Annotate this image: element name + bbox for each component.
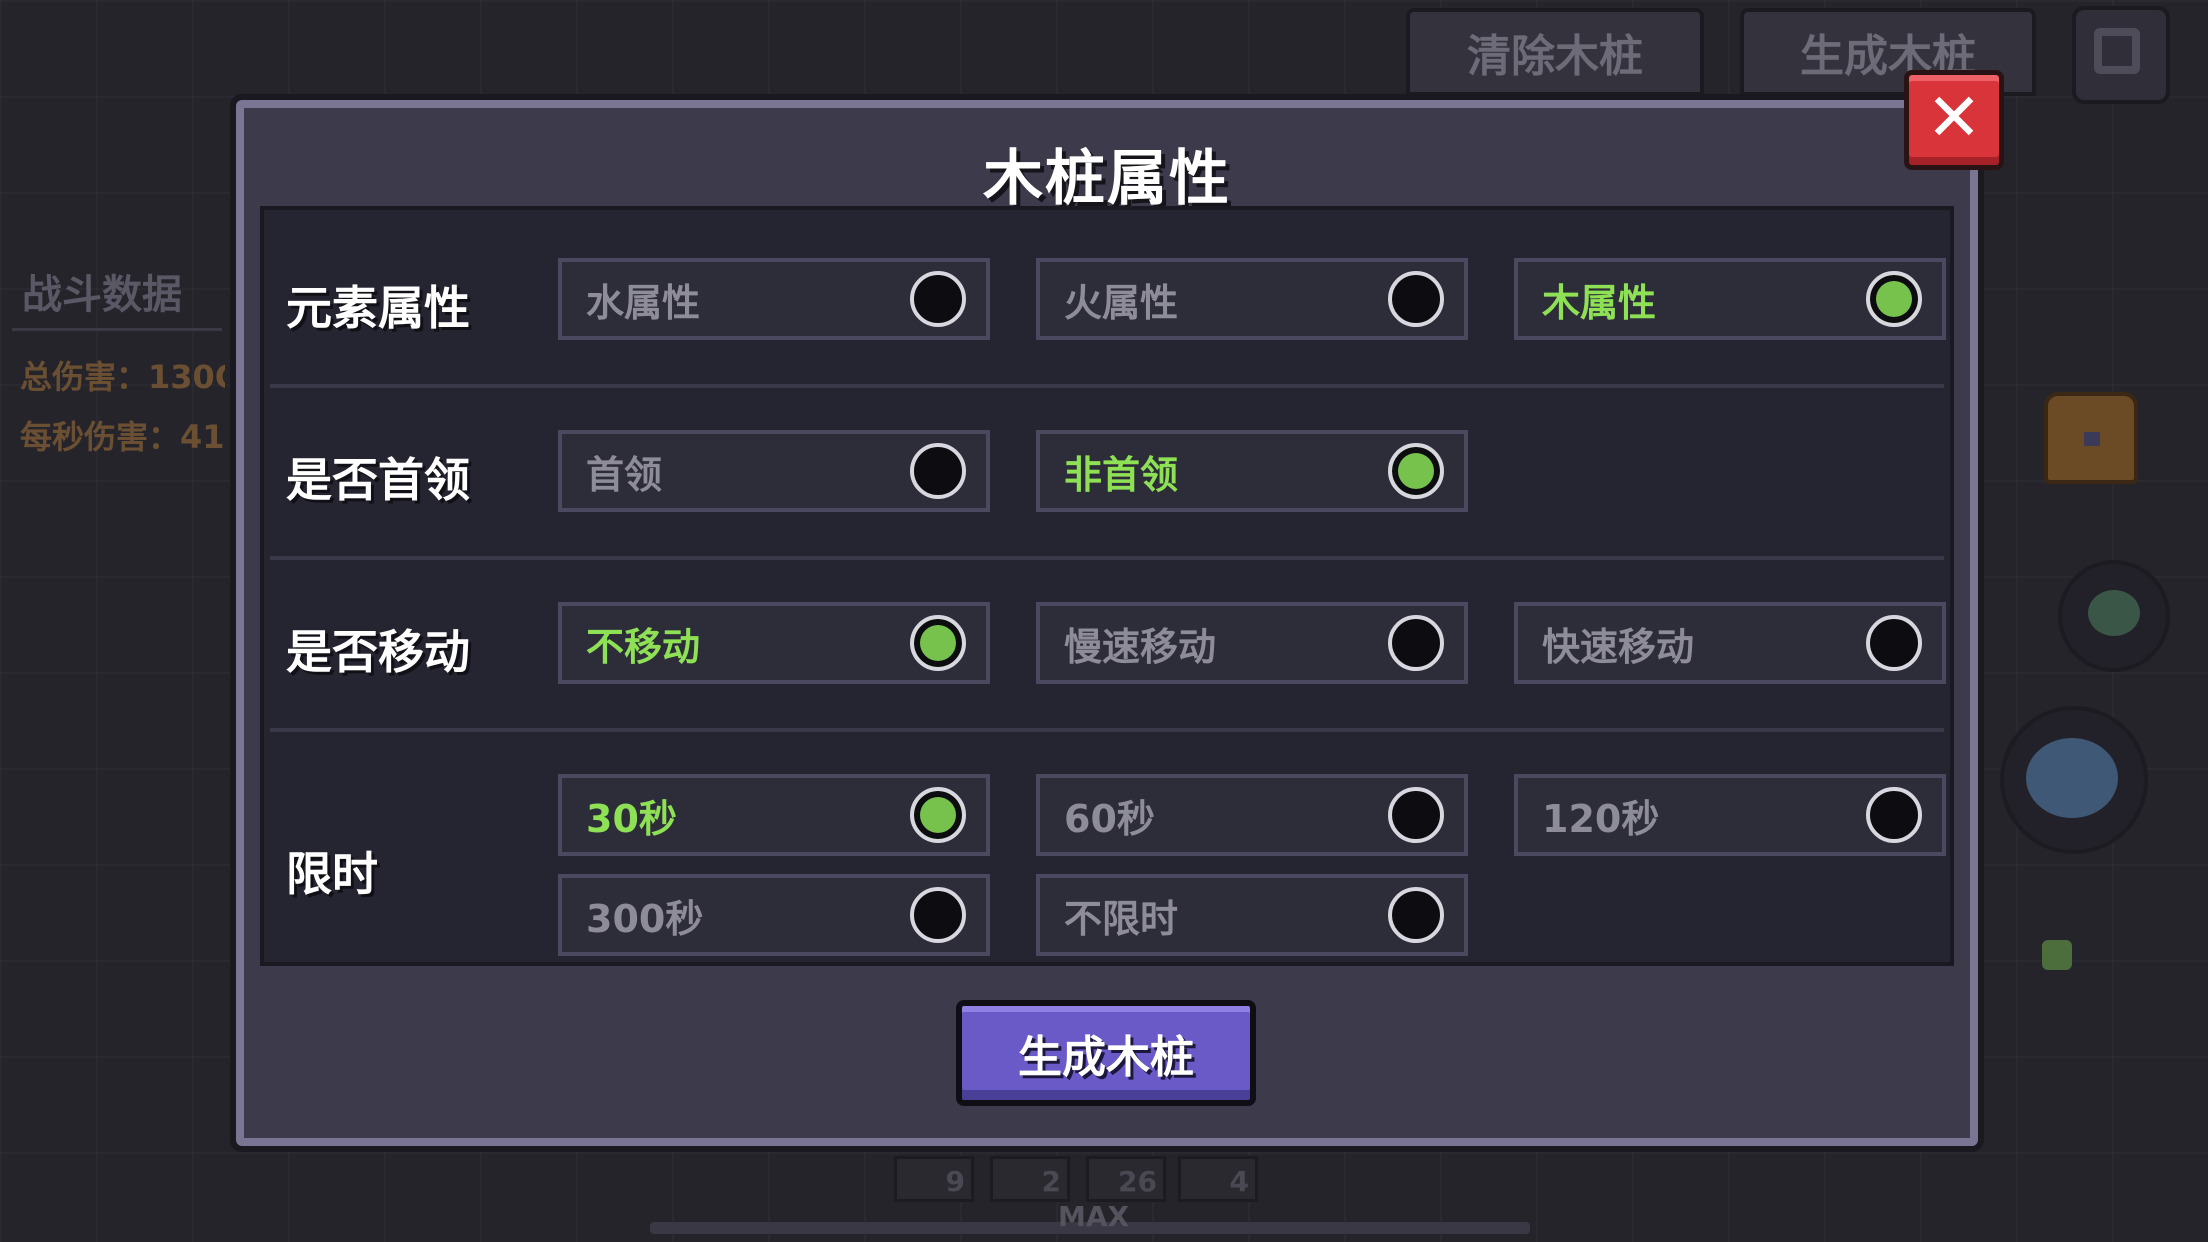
radio-icon (1388, 887, 1444, 943)
settings-gear-icon[interactable] (2072, 6, 2170, 104)
inventory-count-2: 2 (1041, 1165, 1061, 1198)
option-fast-move-label: 快速移动 (1542, 624, 1695, 669)
option-300s[interactable]: 300秒 (558, 874, 990, 956)
clear-stump-button[interactable]: 清除木桩 (1406, 8, 1704, 96)
radio-icon (910, 443, 966, 499)
option-30s[interactable]: 30秒 (558, 774, 990, 856)
skill-button-1[interactable] (2058, 560, 2170, 672)
option-wood[interactable]: 木属性 (1514, 258, 1946, 340)
option-60s[interactable]: 60秒 (1036, 774, 1468, 856)
option-non-boss-label: 非首领 (1064, 452, 1179, 497)
total-damage-text: 总伤害：130C (20, 358, 225, 396)
option-slow-move-label: 慢速移动 (1064, 624, 1217, 669)
movement-row-label: 是否移动 (286, 625, 470, 679)
generate-stump-button[interactable]: 生成木桩 (956, 1000, 1256, 1106)
close-icon: ✕ (1926, 79, 1982, 156)
option-fast-move[interactable]: 快速移动 (1514, 602, 1946, 684)
inventory-count-1: 9 (945, 1165, 965, 1198)
row-divider (270, 384, 1944, 388)
option-120s-label: 120秒 (1542, 796, 1660, 841)
dialog-title: 木桩属性 (983, 144, 1231, 214)
row-divider (270, 556, 1944, 560)
option-300s-label: 300秒 (586, 896, 704, 941)
radio-selected-icon (1866, 271, 1922, 327)
option-no-limit-label: 不限时 (1064, 896, 1179, 941)
radio-icon (1866, 615, 1922, 671)
option-no-move[interactable]: 不移动 (558, 602, 990, 684)
option-non-boss[interactable]: 非首领 (1036, 430, 1468, 512)
inventory-slot-1[interactable]: 9 (894, 1156, 974, 1202)
radio-icon (910, 271, 966, 327)
radio-selected-icon (1388, 443, 1444, 499)
option-no-limit[interactable]: 不限时 (1036, 874, 1468, 956)
option-boss-label: 首领 (586, 452, 663, 497)
option-fire[interactable]: 火属性 (1036, 258, 1468, 340)
leaf-icon (2088, 590, 2140, 636)
close-button[interactable]: ✕ (1904, 70, 2004, 170)
option-water-label: 水属性 (586, 280, 701, 325)
skill-button-2[interactable] (2000, 706, 2148, 854)
radio-selected-icon (910, 787, 966, 843)
option-fire-label: 火属性 (1064, 280, 1179, 325)
option-boss[interactable]: 首领 (558, 430, 990, 512)
treasure-chest-icon[interactable] (2044, 392, 2138, 484)
weapon-slot[interactable] (1990, 920, 2110, 1100)
inventory-slot-2[interactable]: 2 (990, 1156, 1070, 1202)
options-panel: 元素属性 水属性 火属性 木属性 是否首领 首领 非首领 是否移动 不移动 慢速… (260, 206, 1954, 966)
time-limit-row-label: 限时 (286, 847, 378, 901)
inventory-count-4: 4 (1229, 1165, 1249, 1198)
inventory-count-3: 26 (1118, 1165, 1157, 1198)
level-max-label: MAX (1058, 1200, 1130, 1233)
battle-data-title: 战斗数据 (22, 272, 182, 318)
option-wood-label: 木属性 (1542, 280, 1657, 325)
radio-icon (1388, 787, 1444, 843)
dps-text: 每秒伤害：41 (20, 418, 225, 456)
option-water[interactable]: 水属性 (558, 258, 990, 340)
weapon-gem-icon (2042, 940, 2072, 970)
radio-selected-icon (910, 615, 966, 671)
option-slow-move[interactable]: 慢速移动 (1036, 602, 1468, 684)
option-120s[interactable]: 120秒 (1514, 774, 1946, 856)
boss-row-label: 是否首领 (286, 453, 470, 507)
element-row-label: 元素属性 (286, 281, 470, 335)
battle-data-divider (12, 328, 222, 331)
tree-icon (2026, 738, 2118, 818)
row-divider (270, 728, 1944, 732)
clear-stump-label: 清除木桩 (1467, 31, 1643, 82)
option-no-move-label: 不移动 (586, 624, 701, 669)
generate-stump-label: 生成木桩 (1018, 1032, 1194, 1083)
inventory-slot-4[interactable]: 4 (1178, 1156, 1258, 1202)
option-60s-label: 60秒 (1064, 796, 1155, 841)
radio-icon (1866, 787, 1922, 843)
radio-icon (910, 887, 966, 943)
radio-icon (1388, 271, 1444, 327)
option-30s-label: 30秒 (586, 796, 677, 841)
inventory-slot-3[interactable]: 26 (1086, 1156, 1166, 1202)
radio-icon (1388, 615, 1444, 671)
